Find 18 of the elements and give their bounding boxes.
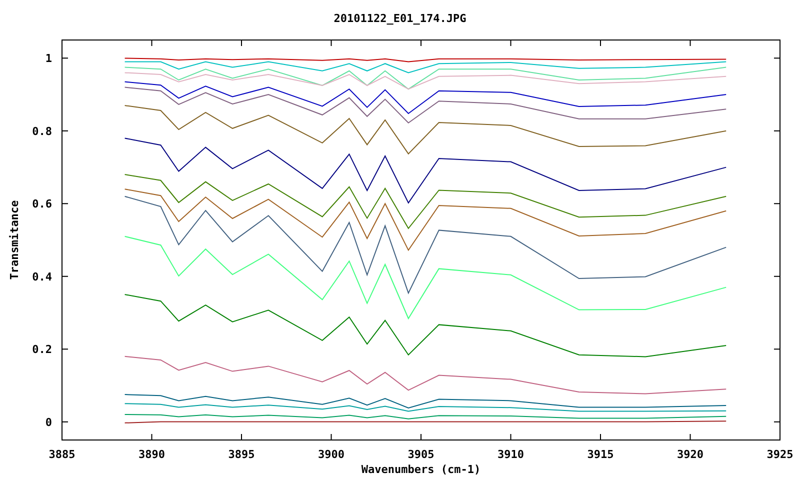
y-tick-label: 0 — [45, 416, 52, 429]
chart-title: 20101122_E01_174.JPG — [334, 12, 466, 25]
y-tick-label: 0.6 — [32, 198, 52, 211]
y-axis-title: Transmitance — [8, 200, 21, 280]
x-tick-label: 3915 — [587, 448, 614, 461]
x-tick-label: 3905 — [408, 448, 434, 461]
x-tick-label: 3925 — [766, 448, 794, 461]
y-tick-label: 1 — [45, 52, 52, 66]
y-tick-label: 0.2 — [32, 343, 52, 356]
y-tick-label: 0.8 — [32, 124, 52, 138]
x-tick-label: 3890 — [138, 448, 165, 461]
x-tick-label: 3920 — [677, 448, 704, 461]
y-tick-label: 0.4 — [32, 270, 52, 284]
x-axis-title: Wavenumbers (cm-1) — [361, 463, 481, 476]
x-tick-label: 3895 — [228, 448, 255, 461]
x-tick-label: 3900 — [318, 448, 344, 461]
x-tick-label: 3885 — [48, 448, 76, 461]
x-tick-label: 3910 — [498, 448, 524, 461]
